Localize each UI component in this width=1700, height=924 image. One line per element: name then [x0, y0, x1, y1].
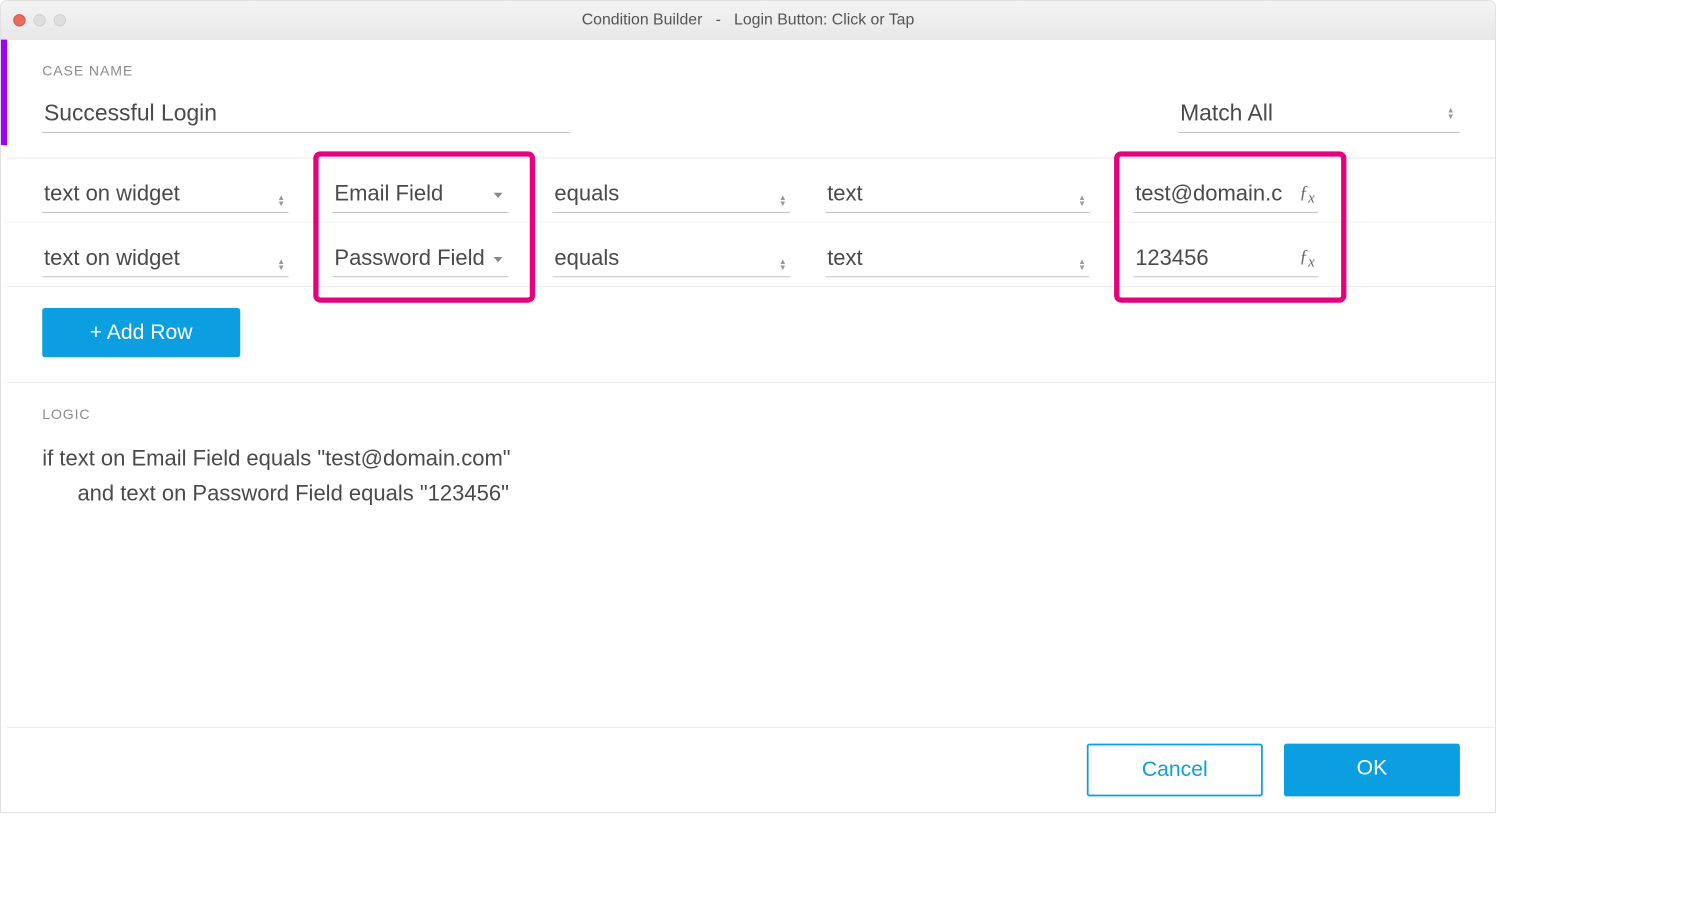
condition-row: text on widget ▲▼ Password Field equals: [7, 223, 1495, 286]
condition-row: text on widget ▲▼ Email Field eq: [7, 158, 1495, 222]
stepper-icon: ▲▼: [1078, 259, 1086, 271]
chevron-down-icon: [491, 181, 505, 207]
fx-icon[interactable]: ƒx: [1299, 183, 1314, 207]
main: CASE NAME Match All ▲▼ text on widget: [7, 40, 1495, 813]
value-text: test@domain.c: [1135, 181, 1299, 207]
fx-icon[interactable]: ƒx: [1299, 247, 1314, 271]
attribute-select[interactable]: text on widget ▲▼: [42, 242, 288, 277]
stepper-icon: ▲▼: [779, 194, 787, 206]
value-type-value: text: [827, 246, 1078, 272]
widget-select-wrap: Email Field: [324, 178, 518, 213]
stepper-icon: ▲▼: [277, 259, 285, 271]
value-input-wrap: 123456 ƒx: [1125, 242, 1332, 277]
cancel-button[interactable]: Cancel: [1087, 744, 1263, 797]
logic-label: LOGIC: [42, 407, 1460, 423]
match-mode-value: Match All: [1180, 99, 1447, 126]
case-section: CASE NAME Match All ▲▼: [7, 40, 1495, 133]
minimize-window-button: [33, 14, 45, 26]
stepper-icon: ▲▼: [1078, 194, 1086, 206]
logic-section: LOGIC if text on Email Field equals "tes…: [7, 382, 1495, 727]
condition-builder-window: Condition Builder - Login Button: Click …: [0, 0, 1496, 813]
window-title: Condition Builder - Login Button: Click …: [1, 11, 1495, 29]
widget-value: Password Field: [334, 246, 491, 272]
zoom-window-button: [54, 14, 66, 26]
ok-button[interactable]: OK: [1284, 744, 1460, 797]
title-separator: -: [716, 11, 721, 29]
case-row: Match All ▲▼: [42, 96, 1460, 133]
widget-value: Email Field: [334, 181, 491, 207]
value-type-value: text: [827, 181, 1078, 207]
condition-rows: text on widget ▲▼ Email Field eq: [7, 158, 1495, 287]
footer: Cancel OK: [7, 727, 1495, 812]
widget-select[interactable]: Password Field: [333, 242, 509, 277]
widget-select-wrap: Password Field: [324, 242, 518, 277]
logic-line-2: and text on Password Field equals "12345…: [42, 476, 1460, 511]
stepper-icon: ▲▼: [277, 194, 285, 206]
add-row-section: + Add Row: [7, 287, 1495, 382]
attribute-select[interactable]: text on widget ▲▼: [42, 178, 288, 213]
stepper-icon: ▲▼: [779, 259, 787, 271]
value-text: 123456: [1135, 246, 1299, 272]
title-app: Condition Builder: [582, 11, 703, 29]
widget-select[interactable]: Email Field: [333, 178, 509, 213]
add-row-button[interactable]: + Add Row: [42, 308, 240, 357]
operator-value: equals: [554, 181, 778, 207]
value-type-select[interactable]: text ▲▼: [825, 242, 1089, 277]
logic-text: if text on Email Field equals "test@doma…: [42, 441, 1460, 511]
traffic-lights: [13, 14, 66, 26]
operator-select[interactable]: equals ▲▼: [553, 242, 791, 277]
match-mode-select[interactable]: Match All ▲▼: [1178, 96, 1460, 133]
attribute-value: text on widget: [44, 181, 277, 207]
value-input[interactable]: 123456 ƒx: [1133, 242, 1318, 277]
content: CASE NAME Match All ▲▼ text on widget: [1, 40, 1495, 813]
operator-value: equals: [554, 246, 778, 272]
titlebar: Condition Builder - Login Button: Click …: [1, 1, 1495, 40]
case-name-label: CASE NAME: [42, 64, 1460, 80]
logic-line-1: if text on Email Field equals "test@doma…: [42, 446, 510, 471]
value-input-wrap: test@domain.c ƒx: [1125, 178, 1332, 213]
case-name-input[interactable]: [42, 96, 570, 133]
operator-select[interactable]: equals ▲▼: [553, 178, 791, 213]
chevron-down-icon: [491, 246, 505, 272]
value-input[interactable]: test@domain.c ƒx: [1133, 178, 1318, 213]
title-context: Login Button: Click or Tap: [734, 11, 914, 29]
stepper-icon: ▲▼: [1447, 107, 1455, 119]
attribute-value: text on widget: [44, 246, 277, 272]
close-window-button[interactable]: [13, 14, 25, 26]
value-type-select[interactable]: text ▲▼: [825, 178, 1089, 213]
